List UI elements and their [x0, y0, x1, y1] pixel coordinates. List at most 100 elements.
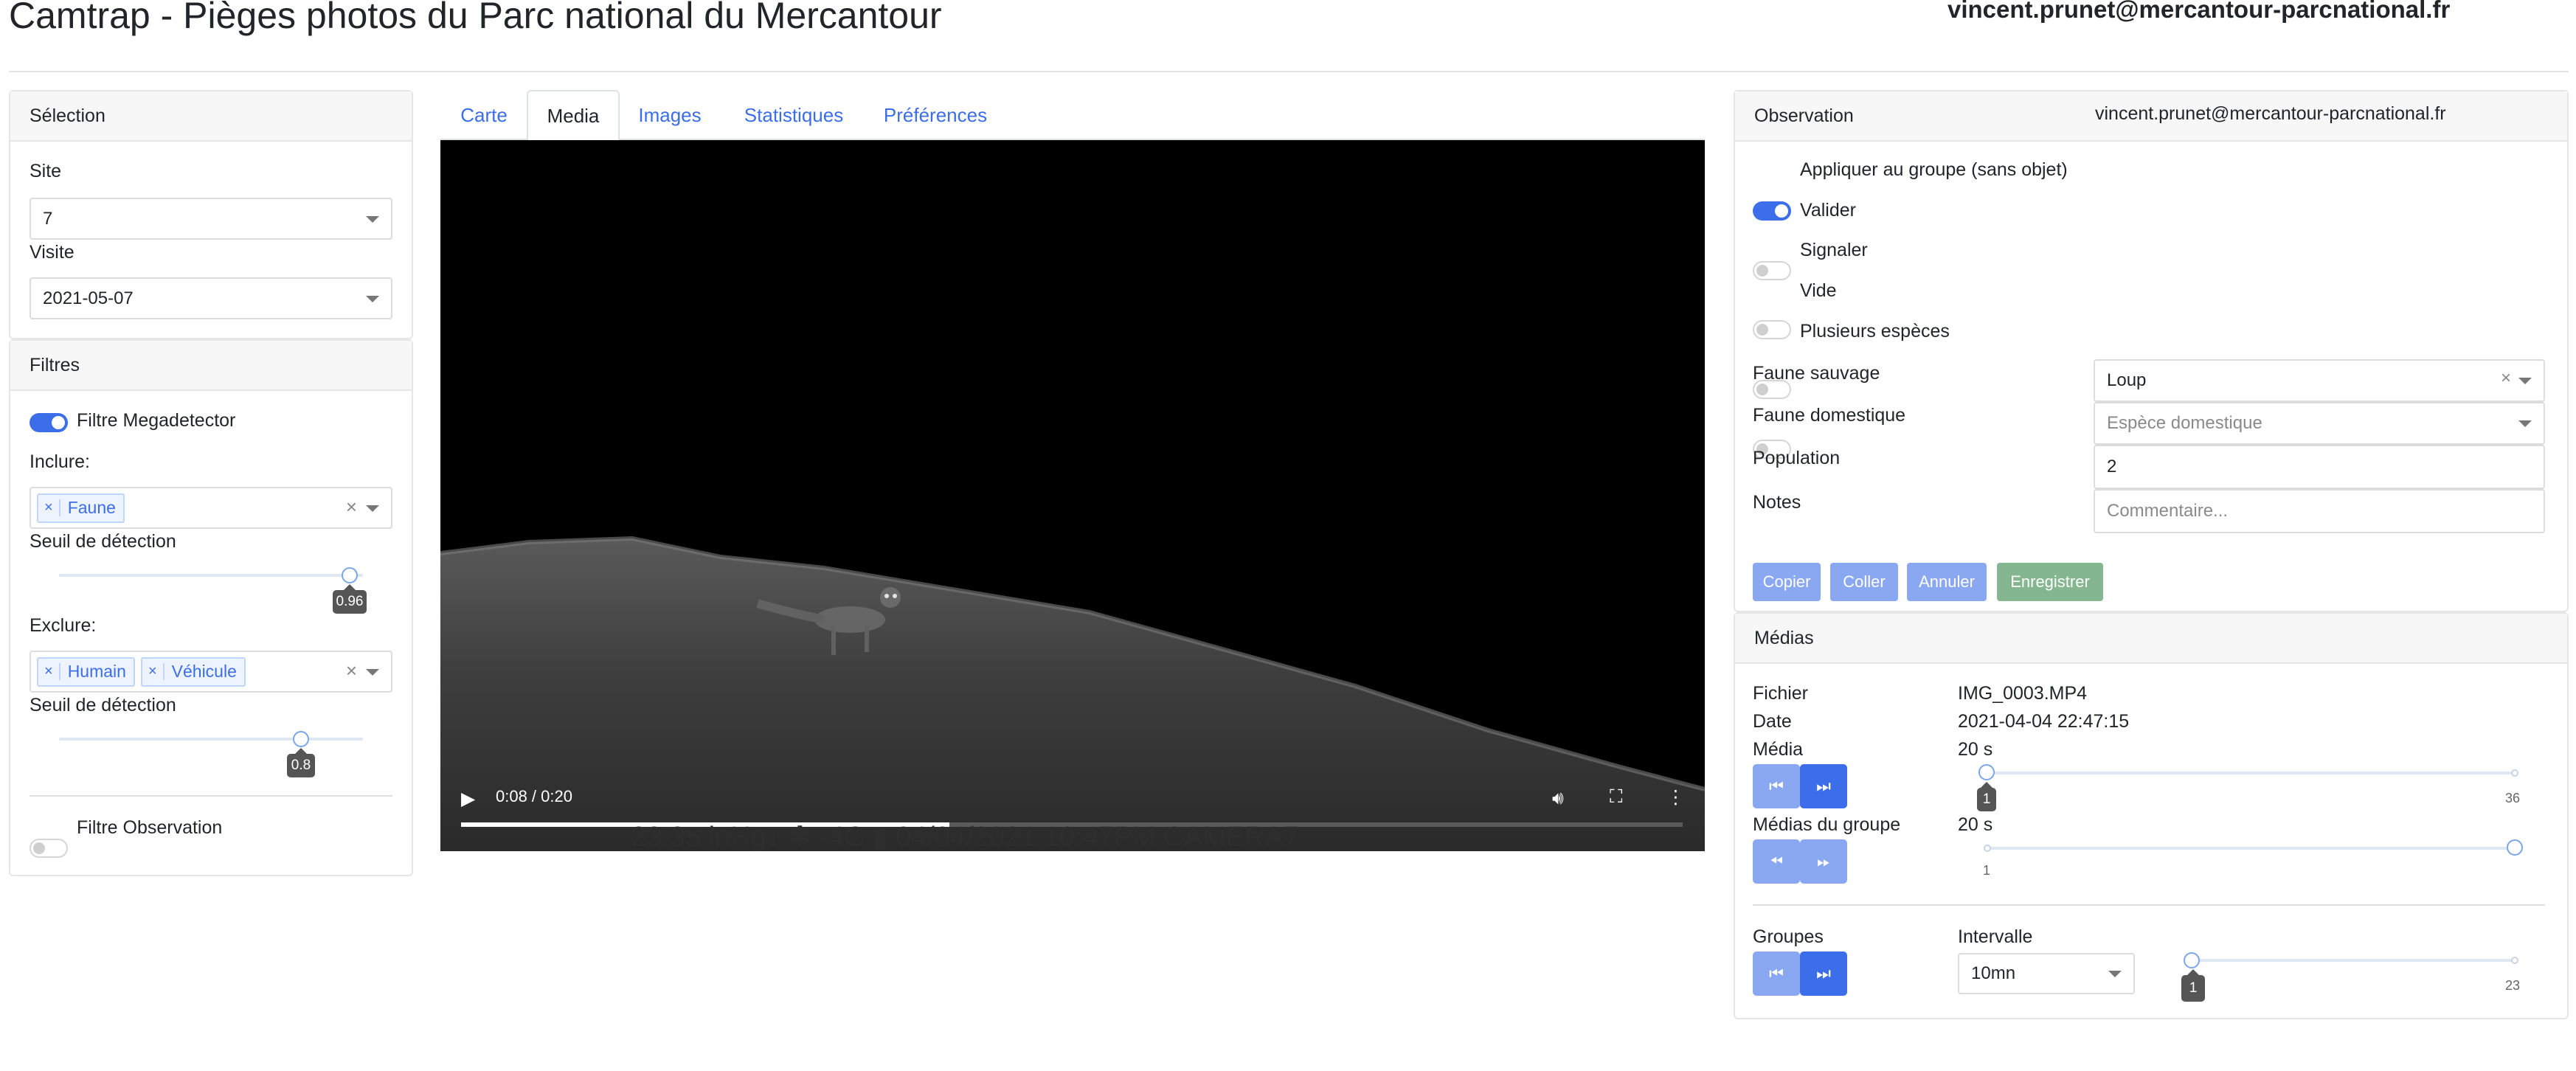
group-media-slider-handle[interactable]	[2507, 839, 2523, 856]
header-user-email: vincent.prunet@mercantour-parcnational.f…	[1947, 0, 2451, 23]
video-frame	[440, 140, 1705, 851]
include-multiselect[interactable]: × Faune ×	[30, 487, 392, 529]
copy-button[interactable]: Copier	[1753, 563, 1821, 601]
visit-label: Visite	[30, 242, 75, 263]
site-select[interactable]: 7	[30, 198, 392, 240]
group-media-label: Médias du groupe	[1753, 814, 1901, 835]
validate-label: Valider	[1800, 200, 1856, 221]
tab-statistiques[interactable]: Statistiques	[727, 90, 860, 140]
paste-button[interactable]: Coller	[1830, 563, 1898, 601]
group-media-slider-track[interactable]	[1987, 847, 2517, 850]
remove-tag-icon[interactable]: ×	[142, 663, 165, 680]
group-rewind-button[interactable]: ⏪︎	[1753, 839, 1800, 884]
site-select-value: 7	[43, 208, 53, 229]
previous-media-button[interactable]: ⏮︎	[1753, 764, 1800, 808]
apply-group-toggle[interactable]	[1753, 201, 1791, 221]
exclude-tag[interactable]: × Humain	[37, 656, 135, 687]
media-label: Média	[1753, 739, 1804, 760]
header-divider	[9, 71, 2569, 72]
clear-icon[interactable]: ×	[2501, 368, 2511, 389]
chevron-down-icon	[2518, 378, 2532, 384]
chevron-down-icon	[366, 295, 379, 302]
tab-images[interactable]: Images	[627, 90, 713, 140]
observation-user: vincent.prunet@mercantour-parcnational.f…	[2095, 103, 2446, 124]
population-label: Population	[1753, 448, 1841, 468]
cancel-button[interactable]: Annuler	[1907, 563, 1987, 601]
observation-filter-label: Filtre Observation	[77, 817, 223, 838]
interval-select[interactable]: 10mn	[1958, 953, 2135, 994]
visit-select-value: 2021-05-07	[43, 288, 134, 308]
media-slider-max: 36	[2505, 791, 2521, 805]
more-options-icon[interactable]: ⋮	[1666, 786, 1685, 808]
remove-tag-icon[interactable]: ×	[38, 499, 60, 516]
exclude-threshold-label: Seuil de détection	[30, 695, 176, 715]
exclude-label: Exclure:	[30, 615, 97, 636]
medias-divider	[1753, 904, 2545, 906]
flag-toggle[interactable]	[1753, 320, 1791, 339]
clear-icon[interactable]: ×	[346, 659, 357, 682]
next-media-button[interactable]: ⏭︎	[1800, 764, 1847, 808]
domestic-fauna-select[interactable]: Espèce domestique	[2094, 402, 2545, 445]
app-title: Camtrap - Pièges photos du Parc national…	[9, 0, 942, 36]
multiple-species-label: Plusieurs espèces	[1800, 321, 1950, 342]
groups-slider-value: 1	[2181, 969, 2205, 1002]
play-icon[interactable]: ▶	[461, 788, 475, 810]
chevron-down-icon	[366, 668, 379, 676]
include-threshold-track[interactable]	[59, 574, 363, 577]
next-group-button[interactable]: ⏭︎	[1800, 952, 1847, 996]
tab-media[interactable]: Media	[527, 90, 620, 140]
remove-tag-icon[interactable]: ×	[38, 663, 60, 680]
clear-icon[interactable]: ×	[346, 496, 357, 519]
observation-filter-toggle[interactable]	[30, 839, 68, 858]
megadetector-toggle[interactable]	[30, 413, 68, 432]
megadetector-label: Filtre Megadetector	[77, 410, 236, 431]
flag-label: Signaler	[1800, 240, 1868, 260]
include-tag-label: Faune	[67, 498, 116, 517]
chevron-down-icon	[366, 215, 379, 223]
media-slider-handle[interactable]	[1978, 764, 1995, 780]
media-slider-track[interactable]	[1987, 772, 2517, 774]
wild-fauna-select[interactable]: Loup ×	[2094, 359, 2545, 402]
skip-next-icon: ⏭︎	[1816, 964, 1831, 982]
exclude-tag[interactable]: × Véhicule	[140, 656, 246, 687]
groups-slider-handle[interactable]	[2184, 952, 2200, 968]
video-player[interactable]: ▶ 0:08 / 0:20 🔊︎ ⛶ ⋮ 23.35 inHg↓ ✱ -4C ▮…	[440, 140, 1705, 851]
notes-placeholder: Commentaire...	[2107, 501, 2229, 521]
include-tag[interactable]: × Faune	[37, 493, 125, 523]
notes-input[interactable]: Commentaire...	[2094, 489, 2545, 533]
domestic-fauna-label: Faune domestique	[1753, 405, 1906, 426]
group-forward-button[interactable]: ⏩︎	[1800, 839, 1847, 884]
tab-preferences[interactable]: Préférences	[875, 90, 996, 140]
exclude-multiselect[interactable]: × Humain × Véhicule ×	[30, 651, 392, 693]
media-slider-end	[2511, 769, 2518, 777]
selection-heading: Sélection	[10, 91, 412, 142]
empty-label: Vide	[1800, 280, 1837, 301]
exclude-threshold-handle[interactable]	[293, 731, 309, 747]
group-media-slider-start	[1984, 845, 1991, 852]
groups-slider-track[interactable]	[2192, 959, 2517, 962]
medias-heading: Médias	[1735, 614, 2567, 664]
population-value: 2	[2107, 457, 2117, 476]
video-time: 0:08 / 0:20	[496, 787, 572, 805]
exclude-tag-label: Humain	[67, 662, 126, 681]
include-threshold-handle[interactable]	[342, 567, 358, 583]
validate-toggle[interactable]	[1753, 261, 1791, 280]
save-button[interactable]: Enregistrer	[1997, 563, 2103, 601]
previous-group-button[interactable]: ⏮︎	[1753, 952, 1800, 996]
fast-forward-icon: ⏩︎	[1817, 852, 1830, 870]
file-value: IMG_0003.MP4	[1958, 683, 2088, 704]
population-input[interactable]: 2	[2094, 445, 2545, 489]
interval-value: 10mn	[1971, 963, 2016, 983]
filters-divider	[30, 795, 392, 797]
skip-previous-icon: ⏮︎	[1769, 777, 1784, 795]
tab-carte[interactable]: Carte	[447, 90, 521, 140]
skip-previous-icon: ⏮︎	[1769, 964, 1784, 982]
observation-title: Observation	[1754, 105, 1854, 126]
volume-icon[interactable]: 🔊︎	[1552, 788, 1564, 809]
notes-label: Notes	[1753, 492, 1801, 513]
include-label: Inclure:	[30, 451, 90, 472]
fullscreen-icon[interactable]: ⛶	[1610, 786, 1623, 808]
include-threshold-label: Seuil de détection	[30, 531, 176, 552]
exclude-threshold-track[interactable]	[59, 738, 363, 741]
visit-select[interactable]: 2021-05-07	[30, 277, 392, 319]
